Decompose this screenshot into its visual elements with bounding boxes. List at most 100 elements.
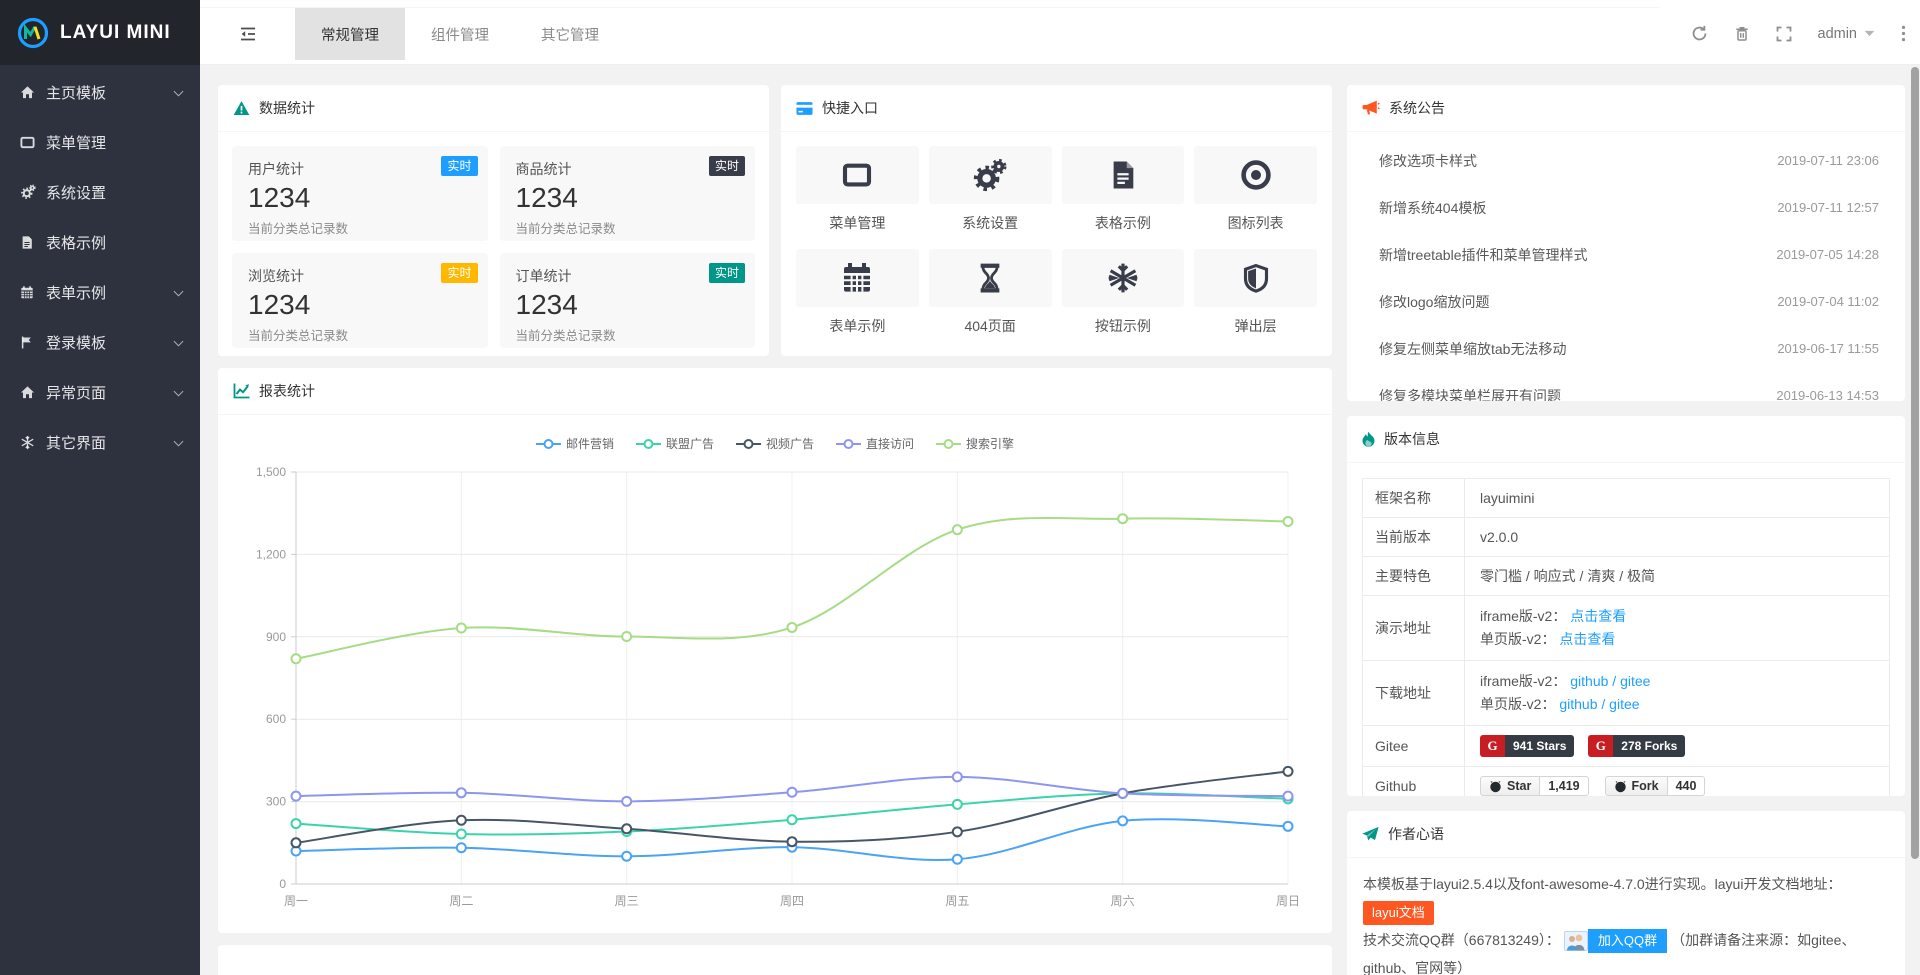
notice-item[interactable]: 修复左侧菜单缩放tab无法移动 2019-06-17 11:55 [1379,325,1879,372]
status-badge: 实时 [709,156,745,176]
chart-legend: 邮件营销 联盟广告 视频广告 直接访问 搜索引擎 [230,423,1320,456]
alert-triangle-icon [233,100,250,116]
sidebar-item-label: 其它界面 [46,432,106,453]
notice-item[interactable]: 新增系统404模板 2019-07-11 12:57 [1379,184,1879,231]
user-menu[interactable]: admin [1818,26,1876,42]
download-github-link[interactable]: github [1570,673,1608,689]
gitee-forks-count: 278 Forks [1613,735,1685,757]
quick-entry-table[interactable]: 表格示例 [1062,146,1185,233]
stat-label: 浏览统计 [248,266,472,286]
legend-marker-icon [736,438,761,450]
join-qq-button[interactable]: 加入QQ群 [1564,929,1667,953]
quick-entry-layer[interactable]: 弹出层 [1194,249,1317,336]
sidebar-item-form-demo[interactable]: 表单示例 [0,267,200,317]
collapse-menu-icon [239,26,257,42]
status-badge: 实时 [441,263,477,283]
notice-item[interactable]: 修复多模块菜单栏展开有问题 2019-06-13 14:53 [1379,372,1879,401]
quick-entry-settings[interactable]: 系统设置 [929,146,1052,233]
trash-icon [1734,25,1750,42]
sidebar-item-error-pages[interactable]: 异常页面 [0,367,200,417]
file-text-icon [1108,159,1138,191]
qq-avatars-icon [1564,929,1588,953]
report-chart-panel: 报表统计 邮件营销联盟广告视频广告直接访问搜索引擎 03006009001,20… [218,368,1332,933]
notice-text: 修改选项卡样式 [1379,151,1477,171]
github-fork-badge[interactable]: Fork 440 [1605,776,1706,796]
legend-item[interactable]: 联盟广告 [636,435,714,452]
stat-caption: 当前分类总记录数 [516,325,740,344]
gitee-stars-badge[interactable]: G 941 Stars [1480,735,1574,757]
legend-marker-icon [836,438,861,450]
quick-entry-label: 图标列表 [1194,213,1317,233]
sidebar-collapse-button[interactable] [200,8,295,60]
quick-entry-form[interactable]: 表单示例 [796,249,919,336]
download-gitee-link[interactable]: gitee [1620,673,1650,689]
notice-item[interactable]: 修改选项卡样式 2019-07-11 23:06 [1379,137,1879,184]
download-gitee-link[interactable]: gitee [1609,696,1639,712]
quick-entry-icons[interactable]: 图标列表 [1194,146,1317,233]
stat-label: 用户统计 [248,159,472,179]
sidebar-item-home-template[interactable]: 主页模板 [0,67,200,117]
quick-entry-label: 404页面 [929,316,1052,336]
table-row: 演示地址 iframe版-v2： 点击查看 单页版-v2： 点击查看 [1363,596,1890,661]
notice-time: 2019-06-17 11:55 [1777,341,1879,356]
legend-marker-icon [936,438,961,450]
fullscreen-button[interactable] [1776,26,1792,42]
top-header: 常规管理 组件管理 其它管理 admin [200,0,1920,65]
tab-other-manage[interactable]: 其它管理 [515,8,625,60]
gitee-logo: G [1480,735,1505,757]
shield-icon [1242,262,1270,294]
legend-item[interactable]: 搜索引擎 [936,435,1014,452]
gitee-forks-badge[interactable]: G 278 Forks [1588,735,1685,757]
notice-text: 修复左侧菜单缩放tab无法移动 [1379,339,1566,359]
quick-panel-header: 快捷入口 [781,85,1332,132]
scrollbar-thumb[interactable] [1911,67,1919,859]
notice-time: 2019-06-13 14:53 [1776,388,1879,401]
svg-text:周五: 周五 [945,894,969,908]
qq-group-text: 技术交流QQ群（667813249）： [1363,932,1560,948]
panel-title: 数据统计 [259,98,315,118]
panel-title: 系统公告 [1389,98,1445,118]
quick-entry-label: 表单示例 [796,316,919,336]
notice-item[interactable]: 新增treetable插件和菜单管理样式 2019-07-05 14:28 [1379,231,1879,278]
stat-card-views: 浏览统计 1234 当前分类总记录数 实时 [232,253,488,348]
main-content: 数据统计 用户统计 1234 当前分类总记录数 实时 商品统计 1234 当前分… [200,65,1920,975]
sidebar-item-menu-manage[interactable]: 菜单管理 [0,117,200,167]
sidebar-item-label: 系统设置 [46,182,106,203]
quick-entry-404[interactable]: 404页面 [929,249,1052,336]
download-github-link[interactable]: github [1559,696,1597,712]
credit-card-icon [796,101,813,116]
demo-iframe-link[interactable]: 点击查看 [1570,608,1626,624]
stat-card-users: 用户统计 1234 当前分类总记录数 实时 [232,146,488,241]
sidebar-item-system-settings[interactable]: 系统设置 [0,167,200,217]
stats-panel: 数据统计 用户统计 1234 当前分类总记录数 实时 商品统计 1234 当前分… [218,85,769,356]
dot-circle-icon [1240,159,1272,191]
sidebar-item-table-demo[interactable]: 表格示例 [0,217,200,267]
panel-title: 版本信息 [1384,429,1440,449]
layui-doc-badge[interactable]: layui文档 [1363,901,1434,925]
notice-panel: 系统公告 修改选项卡样式 2019-07-11 23:06 新增系统404模板 … [1347,85,1905,401]
sidebar-item-other-ui[interactable]: 其它界面 [0,417,200,467]
more-menu-button[interactable] [1901,25,1906,42]
quick-entry-panel: 快捷入口 菜单管理 系统设置 表格示例 [781,85,1332,356]
brand-logo[interactable]: LAYUI MINI [0,0,200,65]
version-row-value: 零门槛 / 响应式 / 清爽 / 极简 [1465,557,1890,596]
github-star-badge[interactable]: Star 1,419 [1480,776,1589,796]
quick-entry-menu[interactable]: 菜单管理 [796,146,919,233]
quick-entry-button[interactable]: 按钮示例 [1062,249,1185,336]
sidebar-menu: 主页模板 菜单管理 系统设置 表格示例 表单示例 登录模板 异常页面 [0,65,200,467]
tab-general-manage[interactable]: 常规管理 [295,8,405,60]
notice-item[interactable]: 修改logo缩放问题 2019-07-04 11:02 [1379,278,1879,325]
demo-spa-link[interactable]: 点击查看 [1559,631,1615,647]
refresh-button[interactable] [1691,25,1708,42]
sidebar-item-login-template[interactable]: 登录模板 [0,317,200,367]
stat-label: 商品统计 [516,159,740,179]
table-row: 框架名称 layuimini [1363,479,1890,518]
version-row-label: 主要特色 [1363,557,1465,596]
tab-component-manage[interactable]: 组件管理 [405,8,515,60]
legend-item[interactable]: 邮件营销 [536,435,614,452]
clear-cache-button[interactable] [1734,25,1750,42]
legend-item[interactable]: 视频广告 [736,435,814,452]
legend-item[interactable]: 直接访问 [836,435,914,452]
author-line-2: 技术交流QQ群（667813249）：加入QQ群（加群请备注来源：如gitee、… [1363,926,1889,975]
svg-text:0: 0 [279,877,286,891]
